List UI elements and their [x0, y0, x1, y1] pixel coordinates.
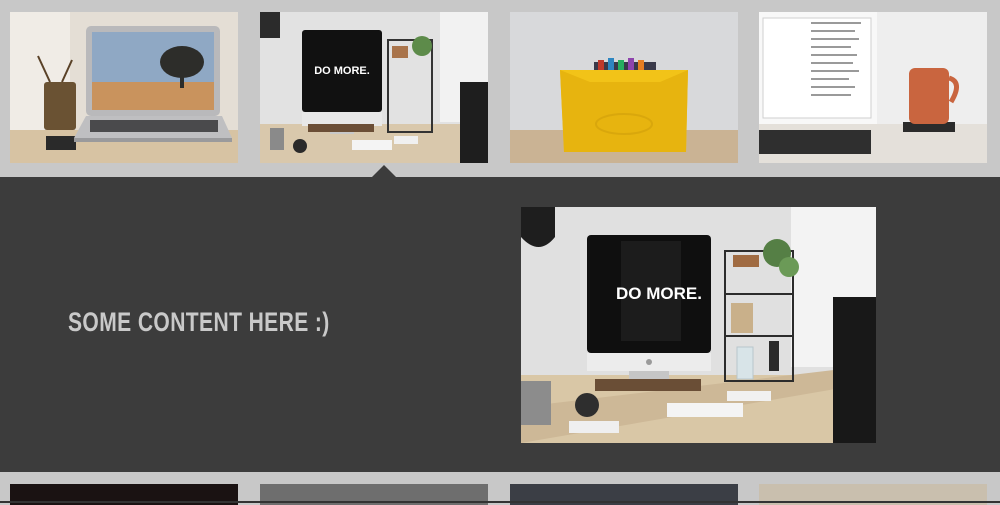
detail-panel: SOME CONTENT HERE :) DO MORE.	[0, 177, 1000, 472]
panel-image: DO MORE.	[521, 207, 876, 443]
imac-desk-photo: DO MORE.	[521, 207, 876, 443]
panel-pointer-arrow	[372, 165, 396, 177]
laptop-photo	[10, 12, 238, 163]
bottom-border	[0, 501, 1000, 503]
crayon-holder-photo	[510, 12, 738, 163]
coffee-mug-photo	[759, 12, 987, 163]
thumbnail-laptop-photo[interactable]	[10, 12, 238, 163]
panel-screen-text: DO MORE.	[616, 284, 702, 303]
imac-photo: DO MORE.	[260, 12, 488, 163]
thumbnail-imac-photo[interactable]: DO MORE.	[260, 12, 488, 163]
panel-caption: SOME CONTENT HERE :)	[68, 307, 330, 337]
thumbnail-row: DO MORE.	[0, 12, 1000, 163]
thumbnail-crayon-holder-photo[interactable]	[510, 12, 738, 163]
thumbnail-coffee-mug-photo[interactable]	[759, 12, 987, 163]
thumb-screen-text: DO MORE.	[314, 65, 370, 77]
